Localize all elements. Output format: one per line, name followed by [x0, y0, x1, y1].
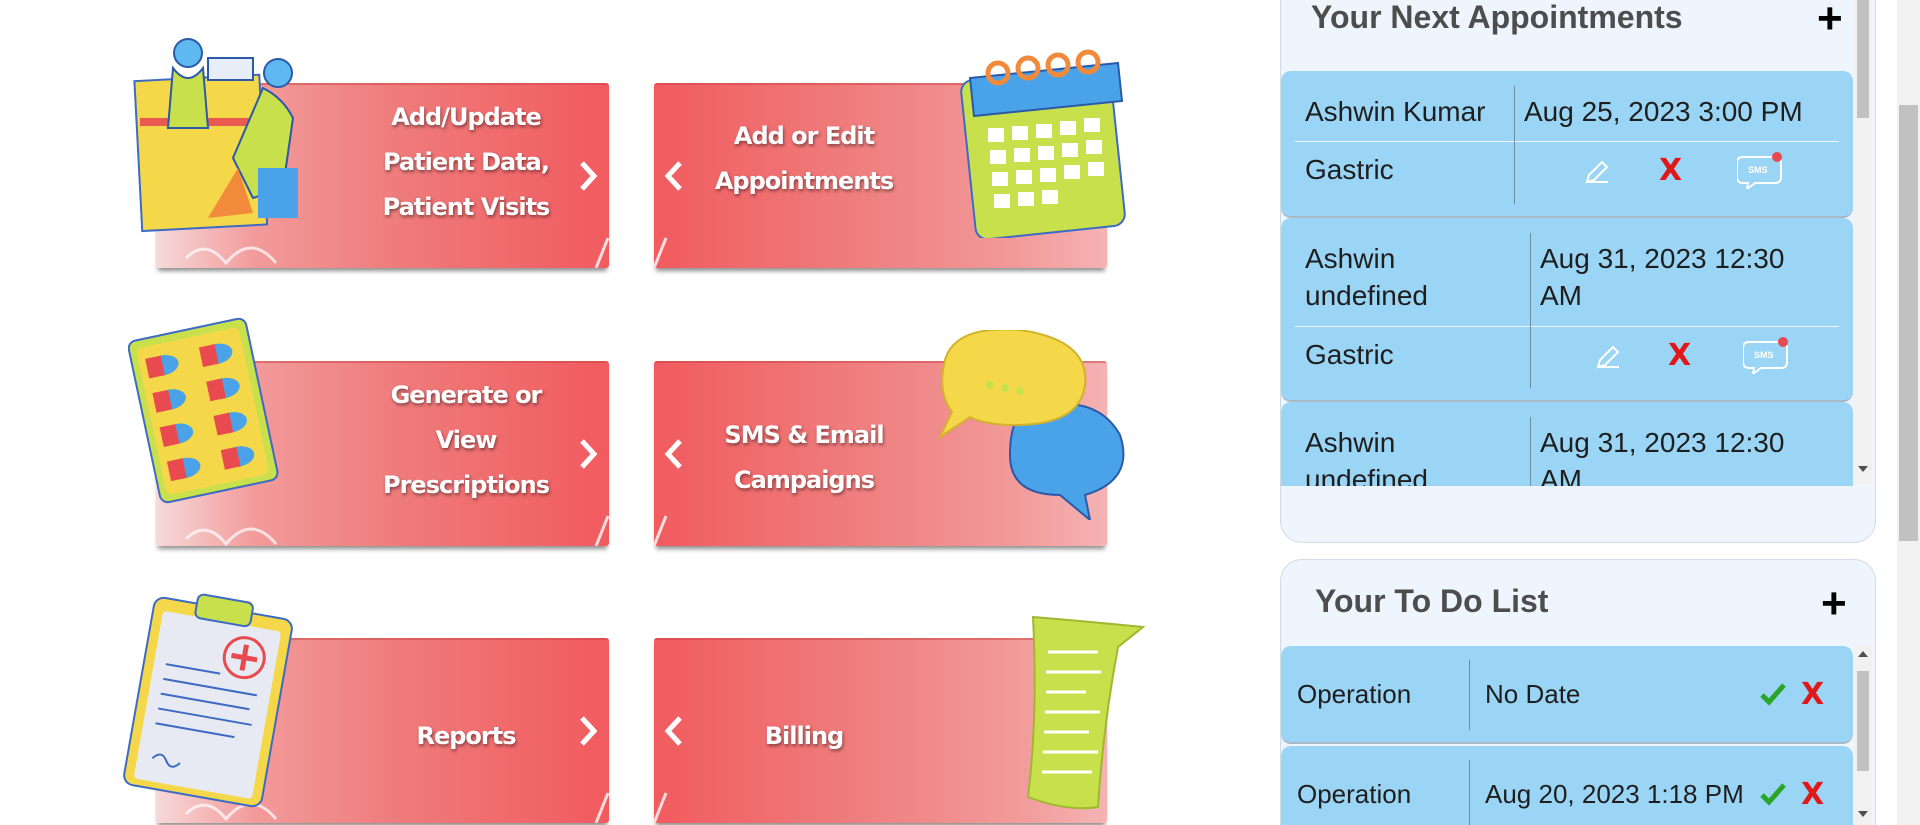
column-divider — [1530, 417, 1531, 486]
scroll-down-arrow[interactable] — [1858, 811, 1868, 817]
complete-check-icon[interactable] — [1759, 682, 1787, 706]
calendar-illustration — [960, 49, 1126, 238]
sms-icon-text: SMS — [1754, 350, 1774, 360]
delete-todo-button[interactable]: X — [1801, 780, 1824, 810]
bill-receipt-illustration — [1026, 615, 1146, 810]
todo-title: Your To Do List — [1315, 583, 1549, 619]
edit-pencil-icon[interactable] — [1593, 342, 1623, 372]
patient-name: Ashwin Kumar — [1305, 96, 1486, 127]
column-divider — [1469, 760, 1470, 825]
chevron-right-icon — [568, 711, 608, 751]
todo-date: Aug 20, 2023 1:18 PM — [1485, 779, 1744, 809]
appointments-list: Ashwin Kumar Aug 25, 2023 3:00 PM Gastri… — [1281, 71, 1853, 486]
appointment-reason: Gastric — [1305, 339, 1394, 370]
appointment-datetime: Aug 25, 2023 3:00 PM — [1524, 96, 1803, 127]
chevron-left-icon — [654, 156, 694, 196]
appointments-scrollbar[interactable] — [1854, 0, 1872, 484]
row-divider — [1295, 326, 1839, 327]
todo-item[interactable]: Operation No Date X — [1281, 646, 1853, 744]
appointment-reason: Gastric — [1305, 154, 1394, 185]
todo-item[interactable]: Operation Aug 20, 2023 1:18 PM X — [1281, 746, 1853, 825]
patient-name: Ashwin undefined — [1305, 243, 1429, 311]
edit-pencil-icon[interactable] — [1582, 157, 1612, 187]
complete-check-icon[interactable] — [1759, 782, 1787, 806]
appointment-card[interactable]: Ashwin undefined Aug 31, 2023 12:30 AM G… — [1281, 218, 1853, 402]
patient-name: Ashwin undefined — [1305, 427, 1429, 486]
appointments-label: Add or Edit Appointments — [714, 122, 894, 195]
column-divider — [1530, 233, 1531, 388]
campaigns-label: SMS & Email Campaigns — [724, 421, 884, 494]
todo-list: Operation No Date X Operation Aug 20, 20… — [1281, 646, 1853, 825]
appointment-datetime: Aug 31, 2023 12:30 AM — [1540, 243, 1785, 311]
chevron-left-icon — [654, 711, 694, 751]
doctor-patient-illustration — [133, 38, 298, 233]
page-scrollbar-thumb[interactable] — [1899, 105, 1918, 541]
chat-bubbles-illustration — [937, 330, 1125, 520]
scroll-down-arrow[interactable] — [1858, 466, 1868, 472]
scroll-up-arrow[interactable] — [1858, 651, 1868, 657]
send-sms-icon[interactable]: SMS — [1743, 334, 1791, 374]
prescriptions-label: Generate or View Prescriptions — [382, 381, 550, 499]
scrollbar-thumb[interactable] — [1857, 671, 1869, 771]
add-appointment-button[interactable]: + — [1817, 0, 1843, 41]
todo-scrollbar[interactable] — [1854, 645, 1872, 825]
delete-appointment-button[interactable]: X — [1659, 156, 1682, 186]
chevron-left-icon — [654, 434, 694, 474]
appointment-datetime: Aug 31, 2023 12:30 AM — [1540, 427, 1785, 486]
appointment-card[interactable]: Ashwin Kumar Aug 25, 2023 3:00 PM Gastri… — [1281, 71, 1853, 218]
dashboard: Add/Update Patient Data, Patient Visits … — [0, 0, 1920, 825]
delete-todo-button[interactable]: X — [1801, 680, 1824, 710]
sms-icon-text: SMS — [1748, 165, 1768, 175]
clipboard-illustration — [123, 593, 293, 808]
chevron-right-icon — [568, 434, 608, 474]
todo-task: Operation — [1297, 779, 1412, 809]
todo-date: No Date — [1485, 679, 1581, 709]
pills-illustration — [128, 318, 279, 504]
column-divider — [1469, 660, 1470, 730]
billing-label: Billing — [764, 722, 844, 750]
todo-task: Operation — [1297, 679, 1412, 709]
page-scrollbar[interactable] — [1897, 0, 1920, 825]
scrollbar-thumb[interactable] — [1857, 0, 1869, 118]
appointment-card[interactable]: Ashwin undefined Aug 31, 2023 12:30 AM — [1281, 402, 1853, 486]
next-appointments-title: Your Next Appointments — [1311, 0, 1683, 35]
column-divider — [1514, 86, 1515, 204]
send-sms-icon[interactable]: SMS — [1737, 149, 1785, 189]
row-divider — [1295, 141, 1839, 142]
delete-appointment-button[interactable]: X — [1668, 341, 1691, 371]
next-appointments-panel: Your Next Appointments + Ashwin Kumar Au… — [1280, 0, 1876, 543]
todo-panel: Your To Do List + Operation No Date X Op… — [1280, 559, 1876, 825]
add-todo-button[interactable]: + — [1821, 582, 1847, 626]
patient-data-label: Add/Update Patient Data, Patient Visits — [382, 103, 551, 221]
reports-label: Reports — [416, 722, 516, 750]
chevron-right-icon — [568, 156, 608, 196]
